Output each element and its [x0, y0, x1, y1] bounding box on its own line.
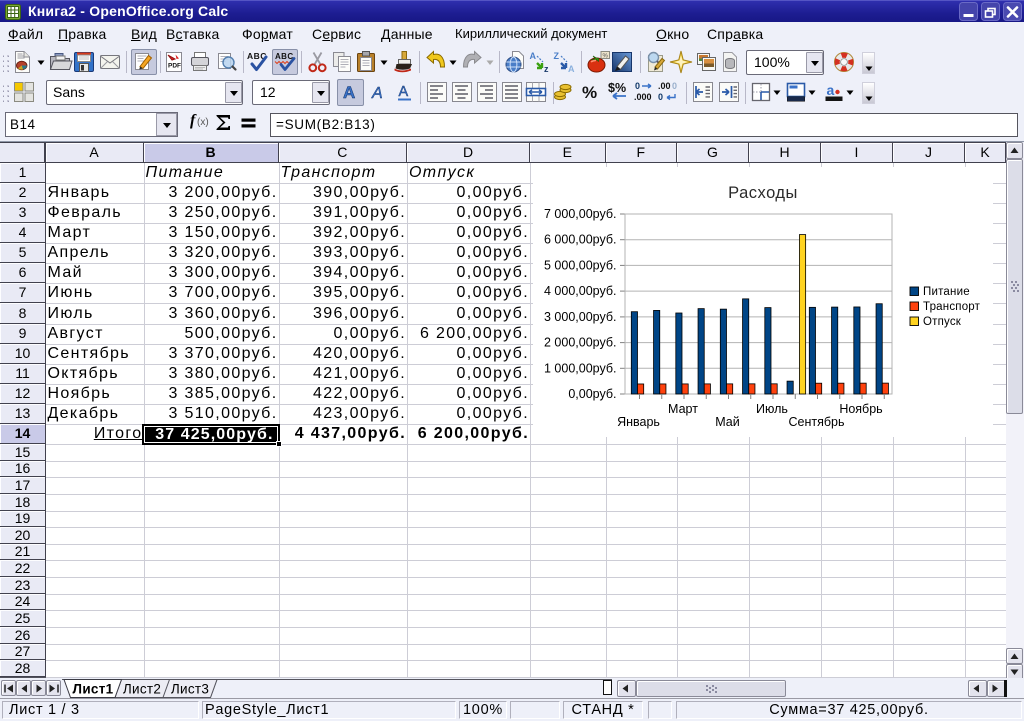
svg-text:Январь: Январь	[617, 415, 660, 429]
svg-text:3 000,00руб.: 3 000,00руб.	[544, 310, 617, 324]
svg-text:Май: Май	[715, 415, 740, 429]
svg-text:Транспорт: Транспорт	[923, 301, 981, 313]
svg-text:Расходы: Расходы	[728, 184, 798, 202]
svg-text:Лист3: Лист3	[171, 682, 209, 697]
svg-text:z: z	[544, 64, 549, 74]
svg-text:А: А	[371, 85, 383, 102]
svg-text:Z: Z	[554, 51, 560, 61]
svg-text:Ноябрь: Ноябрь	[839, 402, 882, 416]
svg-text:А: А	[399, 84, 409, 100]
svg-text:Март: Март	[668, 402, 698, 416]
svg-text:6 000,00руб.: 6 000,00руб.	[544, 233, 617, 247]
svg-text:Лист2: Лист2	[123, 682, 161, 697]
svg-text:1 000,00руб.: 1 000,00руб.	[544, 361, 617, 375]
svg-text:Сентябрь: Сентябрь	[789, 415, 845, 429]
svg-text:А: А	[343, 83, 355, 102]
svg-text:A: A	[568, 64, 575, 74]
svg-text:4 000,00руб.: 4 000,00руб.	[544, 284, 617, 298]
svg-text:A: A	[530, 51, 537, 61]
svg-text:0: 0	[635, 81, 640, 91]
svg-text:%: %	[603, 54, 609, 60]
svg-text:0: 0	[672, 81, 677, 91]
svg-text:Отпуск: Отпуск	[923, 316, 962, 328]
svg-text:Июль: Июль	[756, 402, 788, 416]
svg-text:$%: $%	[608, 81, 626, 95]
svg-text:0: 0	[658, 92, 663, 102]
svg-text:2 000,00руб.: 2 000,00руб.	[544, 336, 617, 350]
svg-text:.00: .00	[658, 81, 671, 91]
svg-text:7 000,00руб.: 7 000,00руб.	[544, 207, 617, 221]
svg-text:%: %	[582, 83, 597, 102]
svg-text:5 000,00руб.: 5 000,00руб.	[544, 258, 617, 272]
svg-text:PDF: PDF	[168, 63, 181, 70]
svg-text:Питание: Питание	[923, 286, 970, 298]
svg-text:Лист1: Лист1	[73, 682, 114, 697]
svg-text:ABC: ABC	[275, 52, 294, 61]
svg-text:.000: .000	[634, 92, 652, 102]
svg-text:0,00руб.: 0,00руб.	[568, 387, 616, 401]
svg-text:а: а	[827, 82, 835, 98]
